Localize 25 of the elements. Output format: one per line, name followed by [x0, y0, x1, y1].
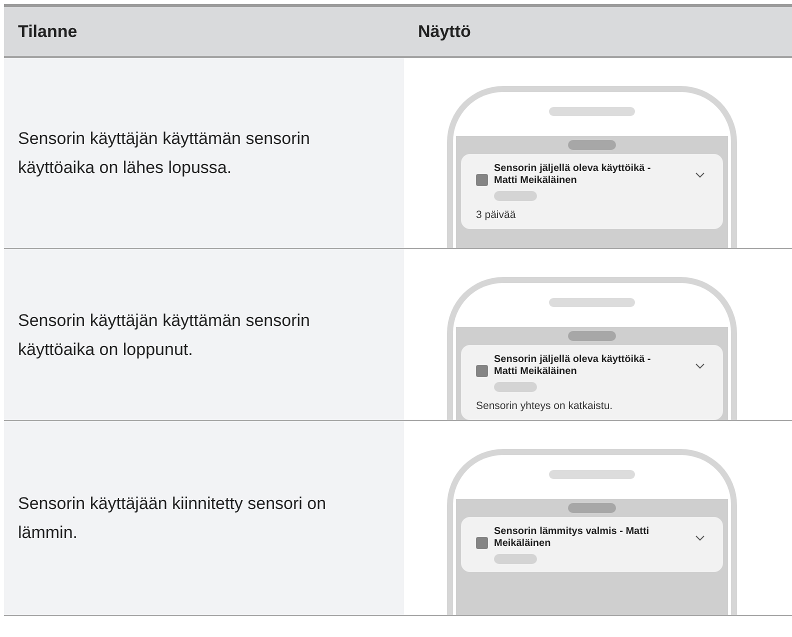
handle-pill-icon	[568, 140, 616, 150]
handle-pill-icon	[568, 331, 616, 341]
handle-pill-icon	[568, 503, 616, 513]
speaker-pill-icon	[549, 298, 635, 307]
situation-text: Sensorin käyttäjän käyttämän sensorin käyttöaika on loppunut.	[18, 310, 311, 360]
app-icon	[476, 365, 488, 377]
app-icon	[476, 537, 488, 549]
chevron-down-icon[interactable]	[695, 363, 705, 369]
situation-text: Sensorin käyttäjän käyttämän sensorin käyttöaika on lähes lopussa.	[18, 128, 311, 179]
placeholder-pill-icon	[494, 382, 537, 392]
chevron-down-icon[interactable]	[695, 172, 705, 178]
notification-title: Sensorin jäljellä oleva käyttöikä - Matti Meikäläinen	[494, 354, 652, 378]
notification-body: 3 päivää	[476, 209, 517, 221]
chevron-down-icon[interactable]	[695, 535, 705, 541]
notification-title: Sensorin lämmitys valmis - Matti Meikäläinen	[494, 526, 650, 550]
notification-title: Sensorin jäljellä oleva käyttöikä - Matti Meikäläinen	[494, 163, 652, 187]
column-header: Tilanne	[17, 20, 78, 42]
app-icon	[476, 174, 488, 186]
notification-body: Sensorin yhteys on katkaistu.	[476, 400, 614, 412]
speaker-pill-icon	[549, 107, 635, 116]
placeholder-pill-icon	[494, 191, 537, 201]
column-header: Näyttö	[417, 20, 472, 42]
speaker-pill-icon	[549, 470, 635, 479]
placeholder-pill-icon	[494, 554, 537, 564]
situation-text: Sensorin käyttäjään kiinnitetty sensori on lämmin.	[18, 493, 328, 544]
